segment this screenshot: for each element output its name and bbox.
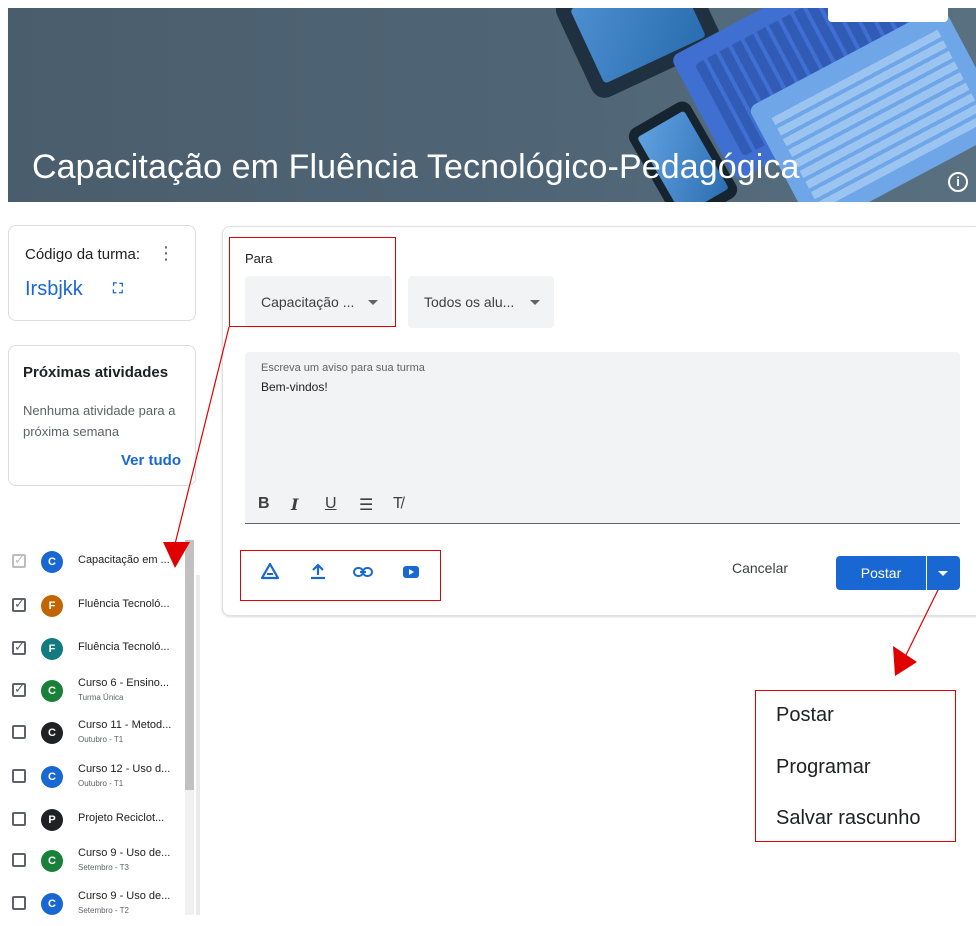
checkbox-unchecked[interactable] bbox=[12, 769, 26, 783]
class-name: Curso 6 - Ensino... bbox=[78, 677, 170, 689]
class-section: Turma Única bbox=[78, 693, 124, 702]
link-icon[interactable] bbox=[351, 562, 375, 586]
class-name: Curso 12 - Uso d... bbox=[78, 763, 171, 775]
students-dropdown[interactable]: Todos os alu... bbox=[408, 276, 554, 328]
class-code-value: Irsbjkk bbox=[25, 278, 83, 300]
class-list-item[interactable]: C Capacitação em ... bbox=[0, 540, 185, 584]
class-list-scrollbar[interactable] bbox=[185, 540, 194, 915]
divider bbox=[196, 575, 200, 915]
underline-button[interactable]: U bbox=[325, 495, 337, 513]
post-options-menu: Postar Programar Salvar rascunho bbox=[756, 690, 956, 842]
class-avatar: F bbox=[41, 638, 63, 660]
menu-item-post[interactable]: Postar bbox=[776, 704, 834, 727]
class-list-item[interactable]: C Curso 6 - Ensino... Turma Única bbox=[0, 669, 185, 713]
class-dropdown[interactable]: Capacitação ... bbox=[245, 276, 392, 328]
upcoming-card: Próximas atividades Nenhuma atividade pa… bbox=[8, 345, 196, 486]
class-list-item[interactable]: P Projeto Reciclot... bbox=[0, 798, 185, 842]
class-list-item[interactable]: C Curso 11 - Metod... Outubro - T1 bbox=[0, 711, 185, 755]
checkbox-unchecked[interactable] bbox=[12, 896, 26, 910]
checkbox-checked[interactable] bbox=[12, 639, 26, 655]
upcoming-title: Próximas atividades bbox=[23, 364, 169, 381]
checkbox-unchecked[interactable] bbox=[12, 853, 26, 867]
class-avatar: C bbox=[41, 722, 63, 744]
bold-button[interactable]: B bbox=[258, 495, 270, 513]
caret-down-icon bbox=[530, 300, 540, 305]
class-list-item[interactable]: F Fluência Tecnoló... bbox=[0, 627, 185, 671]
class-dropdown-value: Capacitação ... bbox=[261, 294, 355, 310]
caret-down-icon bbox=[368, 300, 378, 305]
more-vert-icon[interactable]: ⋮ bbox=[157, 244, 175, 262]
students-dropdown-value: Todos os alu... bbox=[424, 294, 515, 310]
editor-text[interactable]: Bem-vindos! bbox=[261, 380, 328, 394]
class-section: Setembro - T2 bbox=[78, 906, 129, 915]
class-list-item[interactable]: C Curso 9 - Uso de... Setembro - T2 bbox=[0, 882, 185, 926]
info-icon[interactable]: i bbox=[948, 172, 968, 192]
class-avatar: C bbox=[41, 893, 63, 915]
checkbox-checked bbox=[12, 552, 26, 568]
class-avatar: C bbox=[41, 551, 63, 573]
fullscreen-icon[interactable]: ⛶ bbox=[113, 280, 123, 297]
post-button[interactable]: Postar bbox=[836, 556, 926, 590]
announcement-editor[interactable]: Escreva um aviso para sua turma Bem-vind… bbox=[245, 352, 960, 524]
italic-button[interactable]: I bbox=[291, 495, 298, 514]
class-avatar: F bbox=[41, 595, 63, 617]
class-section: Outubro - T1 bbox=[78, 735, 124, 744]
class-list-item[interactable]: C Curso 9 - Uso de... Setembro - T3 bbox=[0, 839, 185, 883]
class-name: Curso 11 - Metod... bbox=[78, 719, 172, 731]
banner-top-button[interactable] bbox=[828, 8, 948, 22]
upcoming-empty-text: Nenhuma atividade para a próxima semana bbox=[23, 403, 176, 439]
class-avatar: C bbox=[41, 766, 63, 788]
class-avatar: C bbox=[41, 680, 63, 702]
cancel-button[interactable]: Cancelar bbox=[732, 560, 788, 576]
class-banner: Capacitação em Fluência Tecnológico-Peda… bbox=[8, 8, 976, 202]
class-section: Setembro - T3 bbox=[78, 863, 129, 872]
youtube-icon[interactable] bbox=[399, 562, 423, 586]
drive-icon[interactable] bbox=[258, 562, 282, 586]
post-options-button[interactable] bbox=[927, 556, 960, 590]
class-list-item[interactable]: C Curso 12 - Uso d... Outubro - T1 bbox=[0, 755, 185, 799]
checkbox-checked[interactable] bbox=[12, 681, 26, 697]
checkbox-unchecked[interactable] bbox=[12, 725, 26, 739]
class-code-card: Código da turma: ⋮ Irsbjkk ⛶ bbox=[8, 225, 196, 321]
class-name: Curso 9 - Uso de... bbox=[78, 847, 171, 859]
class-name: Curso 9 - Uso de... bbox=[78, 890, 171, 902]
checkbox-checked[interactable] bbox=[12, 596, 26, 612]
for-label: Para bbox=[245, 251, 273, 266]
class-avatar: C bbox=[41, 850, 63, 872]
clear-format-button[interactable]: T̸ bbox=[393, 495, 403, 513]
upload-icon[interactable] bbox=[306, 562, 330, 586]
class-name: Capacitação em ... bbox=[78, 554, 170, 566]
class-section: Outubro - T1 bbox=[78, 779, 124, 788]
class-select-list: CCapacitação em ...FFluência Tecnoló...F… bbox=[0, 540, 196, 915]
checkbox-unchecked[interactable] bbox=[12, 812, 26, 826]
class-name: Fluência Tecnoló... bbox=[78, 598, 170, 610]
class-code-label: Código da turma: bbox=[25, 246, 141, 263]
menu-item-schedule[interactable]: Programar bbox=[776, 756, 870, 779]
class-list-item[interactable]: F Fluência Tecnoló... bbox=[0, 584, 185, 628]
view-all-link[interactable]: Ver tudo bbox=[121, 452, 181, 469]
class-avatar: P bbox=[41, 809, 63, 831]
menu-item-save-draft[interactable]: Salvar rascunho bbox=[776, 807, 921, 830]
class-title: Capacitação em Fluência Tecnológico-Peda… bbox=[32, 148, 800, 186]
bulleted-list-button[interactable]: ☰ bbox=[359, 495, 373, 515]
class-name: Fluência Tecnoló... bbox=[78, 641, 170, 653]
scrollbar-thumb[interactable] bbox=[185, 540, 194, 790]
arrowhead-menu bbox=[893, 646, 917, 676]
editor-label: Escreva um aviso para sua turma bbox=[261, 362, 425, 374]
class-name: Projeto Reciclot... bbox=[78, 812, 165, 824]
